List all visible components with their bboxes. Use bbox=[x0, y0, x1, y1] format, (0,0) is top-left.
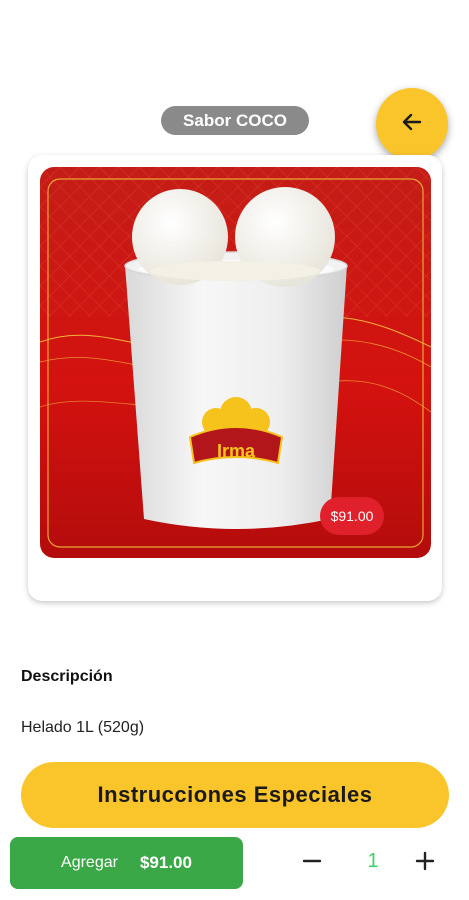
description-text: Helado 1L (520g) bbox=[21, 719, 145, 736]
add-button-price: $91.00 bbox=[139, 853, 192, 872]
minus-icon bbox=[302, 851, 322, 876]
special-instructions-button[interactable]: Instrucciones Especiales bbox=[21, 762, 449, 828]
add-button-label: Agregar bbox=[61, 854, 118, 871]
description-heading: Descripción bbox=[21, 668, 113, 685]
arrow-left-icon bbox=[400, 110, 424, 139]
plus-icon bbox=[415, 851, 435, 876]
quantity-value: 1 bbox=[367, 850, 379, 872]
add-to-cart-button[interactable]: Agregar $91.00 bbox=[10, 837, 243, 889]
price-badge: $91.00 bbox=[320, 497, 384, 535]
logo-text: Irma bbox=[217, 441, 256, 461]
back-button[interactable] bbox=[376, 88, 448, 160]
quantity-decrement-button[interactable] bbox=[295, 846, 329, 880]
quantity-increment-button[interactable] bbox=[408, 846, 442, 880]
page-title: Sabor COCO bbox=[161, 106, 309, 135]
